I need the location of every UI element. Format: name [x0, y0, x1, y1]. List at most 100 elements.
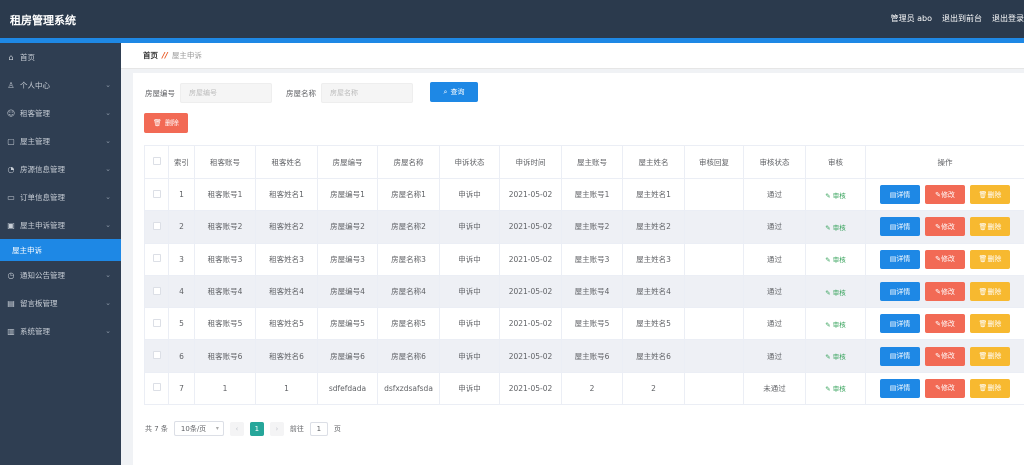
user-icon: ♙ — [7, 80, 15, 90]
goto-page-input[interactable]: 1 — [309, 421, 328, 436]
sidebar-item-notice[interactable]: ◷ 通知公告管理 ⌄ — [0, 261, 121, 289]
edit-button[interactable]: ✎ 修改 — [925, 314, 965, 334]
sidebar-item-house[interactable]: ◔ 房源信息管理 ⌄ — [0, 155, 121, 183]
cell-time: 2021-05-02 — [499, 274, 562, 309]
audit-link[interactable]: ✎ 审核 — [825, 192, 846, 200]
cell-owner-acct: 屋主账号6 — [561, 339, 623, 373]
sidebar-subitem-owner-appeal[interactable]: 屋主申诉 — [0, 239, 121, 261]
next-page-button[interactable]: › — [269, 421, 284, 436]
detail-button[interactable]: ▤ 详情 — [880, 282, 920, 302]
cell-tenant-acct: 租客账号3 — [194, 242, 256, 276]
sidebar-item-settings[interactable]: ▥ 系统管理 ⌄ — [0, 317, 121, 345]
chevron-down-icon: ⌄ — [105, 165, 111, 173]
detail-button-label: 详情 — [896, 222, 911, 231]
cell-house-name: 房屋名称2 — [377, 210, 440, 244]
query-button[interactable]: ⌕ 查询 — [430, 82, 478, 102]
document-icon: ▤ — [889, 222, 897, 231]
sidebar-item-owner[interactable]: ▢ 屋主管理 ⌄ — [0, 127, 121, 155]
cell-reply — [684, 307, 744, 341]
audit-link[interactable]: ✎ 审核 — [825, 385, 846, 393]
breadcrumb: 首页 // 屋主申诉 — [121, 43, 1024, 69]
cell-owner-name: 屋主姓名1 — [622, 177, 685, 212]
breadcrumb-current: 屋主申诉 — [171, 51, 202, 60]
edit-pen-icon: ✎ — [825, 320, 833, 329]
row-actions: ▤ 详情 ✎ 修改 🗑 删除 — [867, 346, 1024, 366]
search-house-no: 房屋编号 房屋编号 — [145, 83, 272, 103]
audit-link-label: 审核 — [832, 191, 846, 200]
audit-link[interactable]: ✎ 审核 — [825, 289, 846, 297]
row-checkbox[interactable] — [152, 221, 161, 230]
column-header: 操作 — [865, 145, 1024, 179]
detail-button[interactable]: ▤ 详情 — [880, 346, 920, 366]
row-actions: ▤ 详情 ✎ 修改 🗑 删除 — [867, 249, 1024, 269]
edit-button[interactable]: ✎ 修改 — [925, 378, 965, 398]
cell-house-no: 房屋编号6 — [317, 339, 378, 373]
delete-button[interactable]: 🗑 删除 — [970, 185, 1010, 205]
edit-button[interactable]: ✎ 修改 — [925, 282, 965, 302]
audit-link-label: 审核 — [832, 256, 846, 265]
delete-button[interactable]: 🗑 删除 — [970, 282, 1010, 302]
breadcrumb-home[interactable]: 首页 — [143, 50, 158, 61]
goto-label: 前往 — [289, 424, 304, 433]
delete-button-label: 删除 — [987, 255, 1002, 264]
delete-button[interactable]: 🗑 删除 — [970, 314, 1010, 334]
cell-reply — [684, 242, 744, 276]
detail-button[interactable]: ▤ 详情 — [880, 314, 920, 334]
detail-button[interactable]: ▤ 详情 — [880, 378, 920, 398]
edit-button-label: 修改 — [940, 319, 955, 328]
table-row: 3 租客账号3 租客姓名3 房屋编号3 房屋名称3 申诉中 2021-05-02 屋主账号3 屋… — [144, 242, 1024, 276]
current-page-button[interactable]: 1 — [249, 421, 264, 436]
detail-button[interactable]: ▤ 详情 — [880, 217, 920, 237]
detail-button[interactable]: ▤ 详情 — [880, 249, 920, 269]
cell-owner-acct: 屋主账号4 — [561, 274, 623, 309]
cell-idx: 1 — [168, 177, 195, 212]
edit-button[interactable]: ✎ 修改 — [925, 346, 965, 366]
cell-house-name: 房屋名称6 — [377, 339, 440, 373]
search-icon: ⌕ — [443, 87, 448, 96]
audit-link[interactable]: ✎ 审核 — [825, 224, 846, 232]
back-to-front-link[interactable]: 退出到前台 — [942, 13, 982, 24]
delete-button[interactable]: 🗑 删除 — [970, 249, 1010, 269]
delete-button[interactable]: 🗑 删除 — [970, 217, 1010, 237]
sidebar-item-user[interactable]: ♙ 个人中心 ⌄ — [0, 71, 121, 99]
row-checkbox[interactable] — [152, 286, 161, 295]
page-size-select[interactable]: 10条/页 ▾ — [173, 421, 224, 436]
edit-button[interactable]: ✎ 修改 — [925, 185, 965, 205]
batch-delete-button[interactable]: 🗑 删除 — [144, 113, 188, 133]
row-checkbox[interactable] — [152, 254, 161, 263]
sidebar-item-tenant[interactable]: ☺ 租客管理 ⌄ — [0, 99, 121, 127]
cell-audit-status: 通过 — [743, 210, 806, 244]
sidebar-item-home[interactable]: ⌂ 首页 — [0, 43, 121, 71]
row-select-cell — [144, 210, 169, 244]
audit-link[interactable]: ✎ 审核 — [825, 353, 846, 361]
row-checkbox[interactable] — [152, 318, 161, 327]
audit-link[interactable]: ✎ 审核 — [825, 256, 846, 264]
delete-button[interactable]: 🗑 删除 — [970, 346, 1010, 366]
row-checkbox[interactable] — [152, 351, 161, 360]
select-all-checkbox[interactable] — [152, 157, 161, 165]
audit-link[interactable]: ✎ 审核 — [825, 321, 846, 329]
edit-button[interactable]: ✎ 修改 — [925, 249, 965, 269]
row-checkbox[interactable] — [152, 189, 161, 198]
row-checkbox[interactable] — [152, 383, 161, 392]
sidebar-item-appeal[interactable]: ▣ 屋主申诉管理 ⌄ — [0, 211, 121, 239]
operations-cell: ▤ 详情 ✎ 修改 🗑 删除 — [865, 339, 1024, 373]
sidebar-item-order[interactable]: ▭ 订单信息管理 ⌄ — [0, 183, 121, 211]
house-name-input[interactable]: 房屋名称 — [321, 83, 413, 103]
delete-button-label: 删除 — [987, 222, 1002, 231]
detail-button[interactable]: ▤ 详情 — [880, 185, 920, 205]
owner-icon: ▢ — [7, 136, 15, 146]
document-icon: ▤ — [889, 352, 897, 361]
logout-link[interactable]: 退出登录 — [992, 13, 1024, 24]
cell-audit-status: 通过 — [743, 307, 806, 341]
trash-icon: 🗑 — [978, 287, 988, 296]
cell-tenant-name: 租客姓名3 — [255, 242, 318, 276]
sidebar-item-message[interactable]: ▤ 留言板管理 ⌄ — [0, 289, 121, 317]
house-no-input[interactable]: 房屋编号 — [180, 83, 272, 103]
sidebar-item-label: 个人中心 — [20, 80, 50, 90]
edit-button[interactable]: ✎ 修改 — [925, 217, 965, 237]
delete-button-label: 删除 — [987, 352, 1002, 361]
cell-audit-status: 未通过 — [743, 371, 806, 406]
prev-page-button[interactable]: ‹ — [229, 421, 244, 436]
delete-button[interactable]: 🗑 删除 — [970, 378, 1010, 398]
